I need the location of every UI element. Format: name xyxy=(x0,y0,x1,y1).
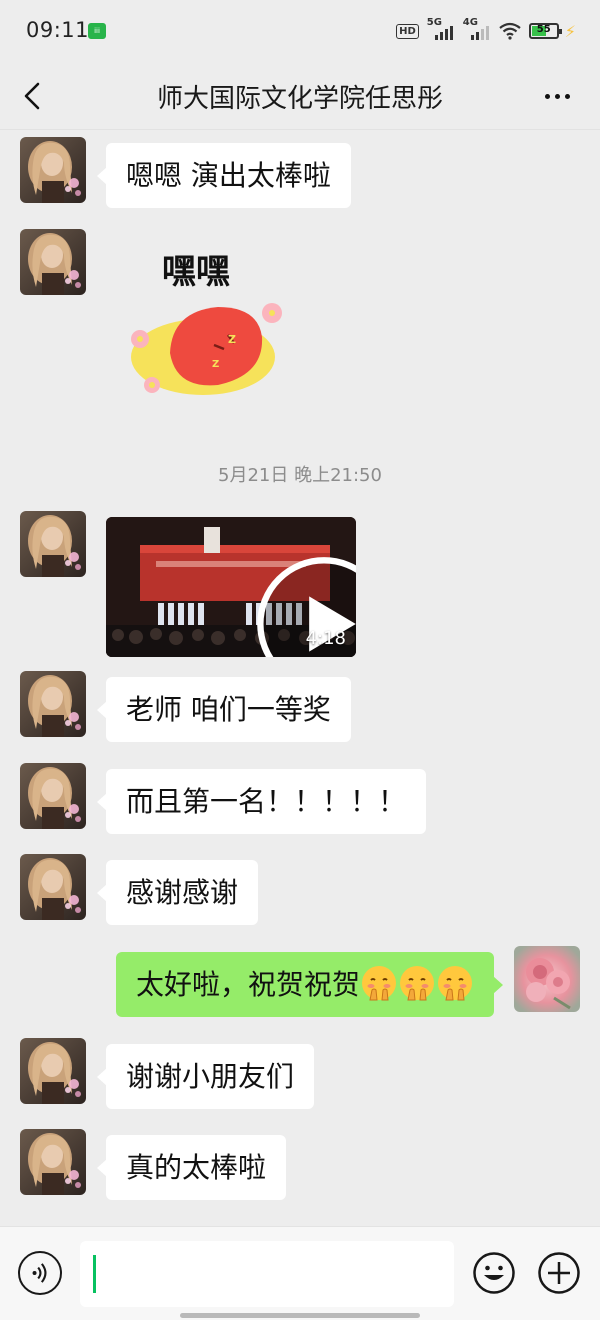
my-avatar[interactable] xyxy=(514,946,580,1012)
voice-input-button[interactable] xyxy=(18,1251,62,1295)
svg-text:Z: Z xyxy=(212,359,219,370)
shy-face-emoji-icon xyxy=(438,966,472,1001)
message-bubble[interactable]: 真的太棒啦 xyxy=(96,1135,287,1200)
text-cursor xyxy=(93,1255,96,1293)
status-bar: 09:11 iii HD 5G 4G 55 ⚡ xyxy=(0,0,600,62)
message-bubble[interactable]: 嗯嗯 演出太棒啦 xyxy=(97,143,351,208)
shy-face-emoji-icon xyxy=(362,966,396,1001)
contact-avatar[interactable] xyxy=(20,671,86,737)
sticker-message[interactable]: 嘿嘿 Z Z xyxy=(118,235,298,405)
contact-avatar[interactable] xyxy=(20,1038,86,1104)
contact-avatar[interactable] xyxy=(20,229,86,295)
signal-4g-icon: 4G xyxy=(463,17,491,42)
message-bubble[interactable]: 谢谢小朋友们 xyxy=(96,1044,315,1109)
input-bar xyxy=(0,1226,600,1320)
app-notification-icon: iii xyxy=(88,23,106,39)
more-options-button[interactable] xyxy=(545,94,570,99)
back-button[interactable] xyxy=(18,80,50,112)
more-functions-button[interactable] xyxy=(537,1251,581,1295)
shy-face-emoji-icon xyxy=(400,966,434,1001)
contact-avatar[interactable] xyxy=(20,137,86,203)
signal-5g-icon: 5G xyxy=(427,17,455,42)
message-text: 太好啦，祝贺祝贺 xyxy=(135,968,360,1001)
sticker-text: 嘿嘿 xyxy=(162,252,230,292)
video-duration: 4:18 xyxy=(305,628,346,649)
battery-icon: 55 xyxy=(528,23,562,39)
battery-level: 55 xyxy=(536,24,551,35)
hd-badge: HD xyxy=(396,23,419,39)
message-bubble-own[interactable]: 太好啦，祝贺祝贺 xyxy=(115,952,504,1017)
message-bubble[interactable]: 感谢感谢 xyxy=(96,860,259,925)
message-bubble[interactable]: 老师 咱们一等奖 xyxy=(97,677,351,742)
video-message[interactable]: 4:18 xyxy=(106,517,356,657)
status-time: 09:11 xyxy=(26,18,90,42)
message-input[interactable] xyxy=(80,1241,454,1307)
contact-avatar[interactable] xyxy=(20,511,86,577)
chat-header: 师大国际文化学院任思彤 xyxy=(0,62,600,130)
chat-message-list[interactable]: 嗯嗯 演出太棒啦 嘿嘿 Z Z 5月21日 晚上21:50 4:18 老师 咱们… xyxy=(0,131,600,1226)
message-bubble[interactable]: 而且第一名！！！！！ xyxy=(96,769,427,834)
wifi-icon xyxy=(499,22,521,40)
timestamp-divider: 5月21日 晚上21:50 xyxy=(218,465,382,486)
contact-avatar[interactable] xyxy=(20,1129,86,1195)
status-indicators: HD 5G 4G 55 ⚡ xyxy=(396,17,576,42)
contact-avatar[interactable] xyxy=(20,763,86,829)
charging-icon: ⚡ xyxy=(564,21,576,41)
home-indicator xyxy=(180,1313,420,1318)
emoji-button[interactable] xyxy=(472,1251,516,1295)
chat-title: 师大国际文化学院任思彤 xyxy=(156,84,443,114)
svg-text:Z: Z xyxy=(228,333,236,346)
contact-avatar[interactable] xyxy=(20,854,86,920)
